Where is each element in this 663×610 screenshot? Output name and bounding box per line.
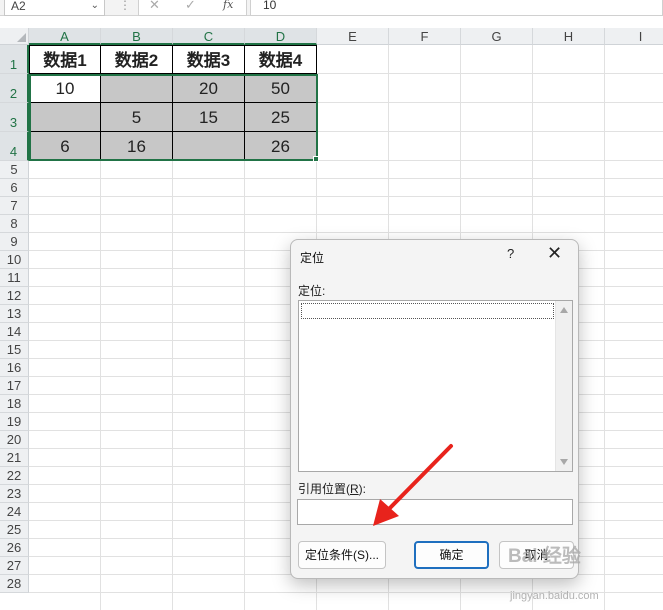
column-header[interactable]: D (245, 28, 317, 45)
fill-handle[interactable] (313, 156, 319, 162)
formula-buttons: ✕ ✓ fx (138, 0, 247, 16)
row-header[interactable]: 5 (0, 161, 29, 179)
row-header[interactable]: 14 (0, 323, 29, 341)
row-header[interactable]: 28 (0, 575, 29, 593)
table-cell[interactable]: 16 (101, 132, 173, 161)
table-cell[interactable]: 6 (29, 132, 101, 161)
row-header[interactable]: 21 (0, 449, 29, 467)
column-header[interactable]: E (317, 28, 389, 45)
row-header[interactable]: 18 (0, 395, 29, 413)
gridline-row (29, 232, 663, 233)
table-cell[interactable] (101, 74, 173, 103)
column-header[interactable]: C (173, 28, 245, 45)
table-cell[interactable] (173, 132, 245, 161)
dialog-title: 定位 (300, 251, 325, 265)
goto-label: 定位: (298, 284, 326, 298)
table-cell[interactable]: 15 (173, 103, 245, 132)
row-header[interactable]: 17 (0, 377, 29, 395)
row-header[interactable]: 12 (0, 287, 29, 305)
row-header[interactable]: 26 (0, 539, 29, 557)
row-header[interactable]: 24 (0, 503, 29, 521)
gridline-row (29, 196, 663, 197)
special-button[interactable]: 定位条件(S)... (298, 541, 386, 569)
table-header-cell[interactable]: 数据2 (101, 45, 173, 74)
scroll-up-icon[interactable] (560, 307, 568, 313)
row-header[interactable]: 19 (0, 413, 29, 431)
row-header[interactable]: 15 (0, 341, 29, 359)
row-header[interactable]: 20 (0, 431, 29, 449)
column-header[interactable]: F (389, 28, 461, 45)
row-header[interactable]: 9 (0, 233, 29, 251)
row-header[interactable]: 23 (0, 485, 29, 503)
row-header[interactable]: 1 (0, 45, 29, 74)
function-icon[interactable]: fx (223, 0, 233, 13)
scroll-down-icon[interactable] (560, 459, 568, 465)
name-box[interactable]: A2 ⌄ (4, 0, 105, 16)
table-cell[interactable]: 26 (245, 132, 317, 161)
formula-bar: A2 ⌄ ⋮ ✕ ✓ fx 10 (0, 0, 663, 16)
row-header[interactable]: 13 (0, 305, 29, 323)
row-header[interactable]: 11 (0, 269, 29, 287)
listbox-scrollbar[interactable] (555, 301, 572, 471)
ok-button[interactable]: 确定 (414, 541, 489, 569)
table-header-cell[interactable]: 数据4 (245, 45, 317, 74)
row-header[interactable]: 6 (0, 179, 29, 197)
table-cell[interactable]: 50 (245, 74, 317, 103)
row-header[interactable]: 8 (0, 215, 29, 233)
row-header[interactable]: 7 (0, 197, 29, 215)
chevron-down-icon[interactable]: ⌄ (91, 0, 99, 15)
column-header[interactable]: B (101, 28, 173, 45)
name-box-value: A2 (11, 0, 26, 13)
table-cell[interactable]: 25 (245, 103, 317, 132)
watermark-url: jingyan.baidu.com (510, 590, 599, 602)
select-all-corner[interactable] (0, 28, 29, 45)
table-header-cell[interactable]: 数据1 (29, 45, 101, 74)
close-icon[interactable]: ✕ (547, 243, 562, 264)
column-header[interactable]: A (29, 28, 101, 45)
reference-input[interactable] (297, 499, 573, 525)
watermark-logo: Bai 经验 (508, 546, 581, 567)
reference-label: 引用位置(R): (298, 482, 367, 496)
help-icon[interactable]: ? (507, 246, 514, 261)
goto-dialog: 定位 ? ✕ 定位: 引用位置(R): 定位条件(S)... 确定 取消 (290, 239, 579, 579)
row-header[interactable]: 2 (0, 74, 29, 103)
column-header[interactable]: H (533, 28, 605, 45)
row-header[interactable]: 22 (0, 467, 29, 485)
enter-icon[interactable]: ✓ (185, 0, 196, 13)
row-header[interactable]: 27 (0, 557, 29, 575)
gridline-row (29, 178, 663, 179)
cancel-icon[interactable]: ✕ (149, 0, 160, 13)
row-header[interactable]: 10 (0, 251, 29, 269)
table-cell[interactable]: 20 (173, 74, 245, 103)
row-header[interactable]: 3 (0, 103, 29, 132)
list-focus-item[interactable] (301, 303, 554, 319)
gridline-col (604, 45, 605, 610)
table-header-cell[interactable]: 数据3 (173, 45, 245, 74)
row-header[interactable]: 25 (0, 521, 29, 539)
column-header[interactable]: I (605, 28, 663, 45)
gridline-row (29, 214, 663, 215)
column-header[interactable]: G (461, 28, 533, 45)
row-header[interactable]: 4 (0, 132, 29, 161)
row-header[interactable]: 16 (0, 359, 29, 377)
goto-listbox[interactable] (298, 300, 573, 472)
formula-input[interactable]: 10 (250, 0, 663, 16)
table-cell[interactable] (29, 103, 101, 132)
table-cell[interactable]: 10 (29, 74, 101, 103)
more-icon: ⋮ (119, 0, 131, 12)
table-cell[interactable]: 5 (101, 103, 173, 132)
